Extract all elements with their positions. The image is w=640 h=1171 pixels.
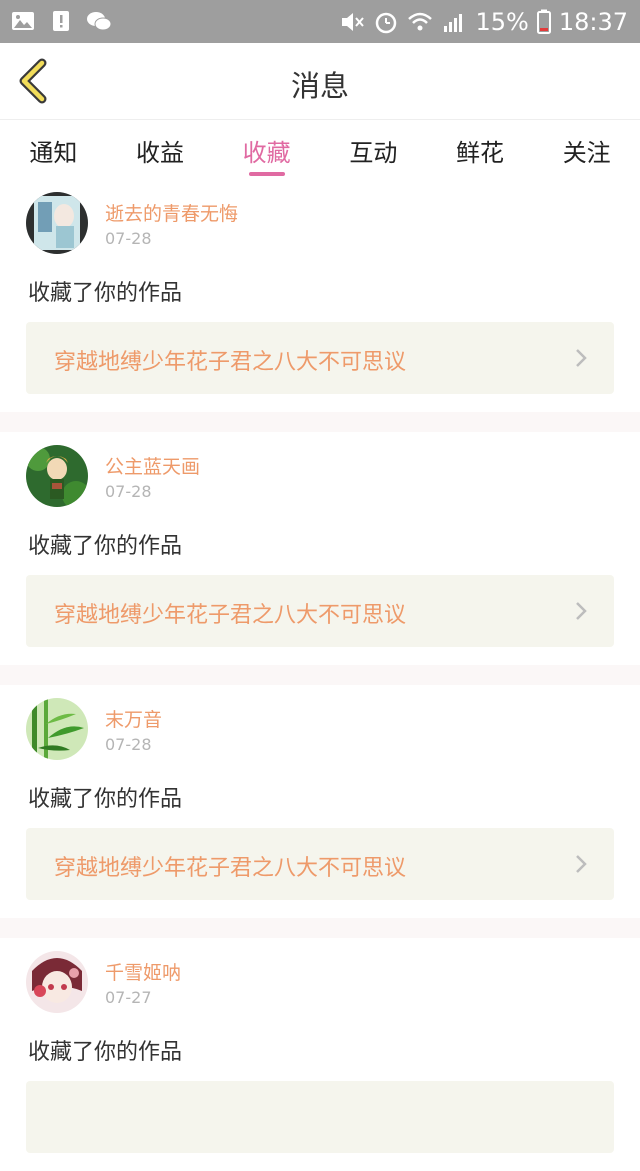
avatar[interactable] bbox=[26, 951, 88, 1013]
active-tab-indicator bbox=[248, 172, 285, 176]
divider bbox=[0, 412, 640, 432]
date: 07-28 bbox=[105, 735, 152, 754]
action-text: 收藏了你的作品 bbox=[28, 1040, 183, 1065]
clock: 18:37 bbox=[558, 7, 628, 36]
work-link[interactable]: 穿越地缚少年花子君之八大不可思议 bbox=[26, 322, 614, 394]
work-link[interactable]: 穿越地缚少年花子君之八大不可思议 bbox=[26, 575, 614, 647]
work-link[interactable]: 穿越地缚少年花子君之八大不可思议 bbox=[26, 828, 614, 900]
mute-icon bbox=[342, 12, 365, 31]
tab-favorites[interactable]: 收藏 bbox=[213, 121, 320, 179]
chevron-right-icon bbox=[576, 602, 587, 620]
wechat-icon bbox=[87, 12, 112, 31]
username[interactable]: 末万音 bbox=[105, 705, 162, 732]
tab-label: 收藏 bbox=[242, 139, 291, 167]
username[interactable]: 逝去的青春无悔 bbox=[105, 199, 238, 226]
alert-icon bbox=[53, 11, 69, 31]
divider bbox=[0, 665, 640, 685]
tab-label: 鲜花 bbox=[456, 139, 505, 167]
status-bar: 15% 18:37 bbox=[0, 0, 640, 43]
battery-icon bbox=[536, 9, 551, 34]
tab-bar: 通知 收益 收藏 互动 鲜花 关注 bbox=[0, 121, 640, 179]
username[interactable]: 千雪姬呐 bbox=[105, 958, 181, 985]
page-title: 消息 bbox=[290, 69, 349, 103]
tab-flowers[interactable]: 鲜花 bbox=[427, 121, 534, 179]
chevron-right-icon bbox=[576, 349, 587, 367]
work-title: 穿越地缚少年花子君之八大不可思议 bbox=[54, 603, 407, 628]
tab-label: 关注 bbox=[562, 139, 611, 167]
tab-label: 互动 bbox=[349, 139, 398, 167]
list-item: 末万音 07-28 收藏了你的作品 穿越地缚少年花子君之八大不可思议 bbox=[0, 685, 640, 918]
battery-percent: 15% bbox=[475, 7, 529, 36]
date: 07-28 bbox=[105, 482, 152, 501]
date: 07-27 bbox=[105, 988, 152, 1007]
work-title: 穿越地缚少年花子君之八大不可思议 bbox=[54, 856, 407, 881]
list-item: 千雪姬呐 07-27 收藏了你的作品 bbox=[0, 938, 640, 1171]
avatar[interactable] bbox=[26, 445, 88, 507]
chevron-right-icon bbox=[576, 855, 587, 873]
system-icons: 15% 18:37 bbox=[339, 0, 628, 43]
avatar[interactable] bbox=[26, 192, 88, 254]
gallery-icon bbox=[12, 12, 34, 30]
list-item: 公主蓝天画 07-28 收藏了你的作品 穿越地缚少年花子君之八大不可思议 bbox=[0, 432, 640, 665]
list-item: 逝去的青春无悔 07-28 收藏了你的作品 穿越地缚少年花子君之八大不可思议 bbox=[0, 179, 640, 412]
action-text: 收藏了你的作品 bbox=[28, 534, 183, 559]
tab-follows[interactable]: 关注 bbox=[533, 121, 640, 179]
action-text: 收藏了你的作品 bbox=[28, 787, 183, 812]
avatar[interactable] bbox=[26, 698, 88, 760]
tab-interactions[interactable]: 互动 bbox=[320, 121, 427, 179]
tab-notifications[interactable]: 通知 bbox=[0, 121, 107, 179]
divider bbox=[0, 918, 640, 938]
work-link[interactable] bbox=[26, 1081, 614, 1153]
tab-label: 收益 bbox=[136, 139, 184, 167]
username[interactable]: 公主蓝天画 bbox=[105, 452, 200, 479]
date: 07-28 bbox=[105, 229, 152, 248]
alarm-icon bbox=[376, 12, 397, 33]
work-title: 穿越地缚少年花子君之八大不可思议 bbox=[54, 350, 407, 375]
tab-label: 通知 bbox=[29, 139, 78, 167]
message-list: 逝去的青春无悔 07-28 收藏了你的作品 穿越地缚少年花子君之八大不可思议 公… bbox=[0, 179, 640, 1171]
action-text: 收藏了你的作品 bbox=[28, 281, 183, 306]
app-header: 消息 bbox=[0, 43, 640, 120]
tab-earnings[interactable]: 收益 bbox=[107, 121, 214, 179]
wifi-icon bbox=[408, 12, 433, 30]
signal-icon bbox=[444, 13, 463, 32]
notification-icons bbox=[10, 8, 112, 34]
